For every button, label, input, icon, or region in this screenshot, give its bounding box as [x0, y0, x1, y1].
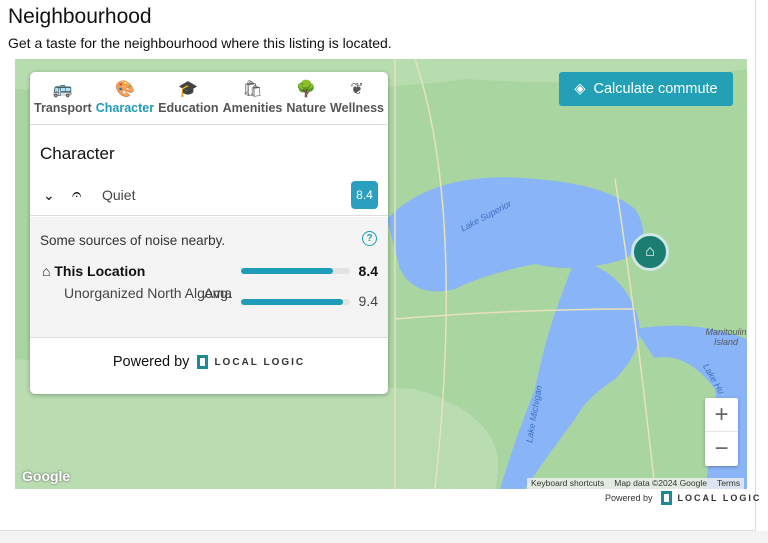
zoom-controls: + − [705, 398, 738, 466]
chevron-down-icon[interactable]: ⌄ [43, 187, 55, 204]
ear-icon: 𝄐 [72, 185, 82, 204]
brand-text: LOCAL LOGIC [214, 356, 306, 368]
help-icon[interactable]: ? [362, 231, 377, 246]
local-logic-logo: LOCAL LOGIC [197, 355, 306, 370]
brand-text: LOCAL LOGIC [677, 493, 762, 503]
this-location-bar [241, 268, 350, 274]
tab-label: Amenities [222, 101, 283, 115]
terms-link[interactable]: Terms [717, 478, 740, 489]
keyboard-shortcuts-link[interactable]: Keyboard shortcuts [531, 478, 604, 489]
calculate-commute-button[interactable]: ◈ Calculate commute [559, 72, 733, 106]
quiet-row[interactable]: ⌄ 𝄐 Quiet 8.4 [30, 176, 388, 216]
bar-fill [241, 268, 333, 274]
category-tabs: 🚌 Transport 🎨 Character 🎓 Education 🛍 Amenit… [30, 72, 388, 125]
commute-label: Calculate commute [593, 81, 718, 97]
bottom-band [0, 531, 768, 543]
tab-nature[interactable]: 🌳 Nature [284, 72, 328, 124]
quiet-details: Some sources of noise nearby. ? ⌂ This L… [30, 217, 388, 338]
local-logic-logo: LOCAL LOGIC [660, 491, 762, 505]
tree-icon: 🌳 [296, 81, 317, 98]
directions-icon: ◈ [574, 81, 586, 97]
car-bus-icon: 🚌 [52, 81, 73, 98]
home-marker[interactable]: ⌂ [631, 233, 669, 271]
shopping-bag-icon: 🛍 [242, 81, 263, 98]
lotus-icon: ❦ [350, 81, 364, 98]
map-attribution: Keyboard shortcuts Map data ©2024 Google… [527, 478, 745, 489]
powered-by: Powered by LOCAL LOGIC [30, 354, 388, 370]
tab-label: Wellness [330, 101, 385, 115]
google-logo: Google [22, 468, 71, 484]
this-location-value: 8.4 [358, 263, 378, 279]
average-suffix: Avg. [204, 285, 232, 301]
manitoulin-label: Manitoulin Island [705, 327, 747, 347]
tab-character[interactable]: 🎨 Character [94, 72, 156, 124]
tab-label: Character [95, 101, 155, 115]
average-bar [241, 299, 350, 305]
tab-label: Education [158, 101, 219, 115]
average-value: 9.4 [358, 293, 378, 309]
quiet-label: Quiet [102, 187, 136, 203]
home-icon: ⌂ [42, 263, 51, 279]
tab-label: Nature [286, 101, 326, 115]
tab-amenities[interactable]: 🛍 Amenities [221, 72, 285, 124]
graduation-cap-icon: 🎓 [178, 81, 199, 98]
page-title: Neighbourhood [8, 5, 152, 28]
neighbourhood-panel: 🚌 Transport 🎨 Character 🎓 Education 🛍 Amenit… [30, 72, 388, 394]
zoom-out-button[interactable]: − [705, 432, 738, 466]
quiet-description: Some sources of noise nearby. [40, 233, 226, 248]
powered-by-text: Powered by [605, 493, 653, 503]
powered-by-text: Powered by [112, 354, 190, 370]
map-data-text: Map data ©2024 Google [614, 478, 707, 488]
footer-powered-by: Powered by LOCAL LOGIC [605, 491, 761, 505]
score-badge: 8.4 [351, 181, 378, 209]
panel-title: Character [40, 144, 115, 163]
this-location-text: This Location [54, 263, 146, 279]
this-location-label: ⌂ This Location [42, 263, 145, 279]
bar-fill [241, 299, 344, 305]
page-subtitle: Get a taste for the neighbourhood where … [8, 35, 392, 51]
palette-icon: 🎨 [114, 81, 135, 98]
tab-wellness[interactable]: ❦ Wellness [328, 72, 386, 124]
average-label: Unorganized North Algoma Avg. [64, 283, 239, 304]
tab-label: Transport [34, 101, 92, 115]
zoom-in-button[interactable]: + [705, 398, 738, 432]
tab-transport[interactable]: 🚌 Transport [32, 72, 94, 124]
tab-education[interactable]: 🎓 Education [156, 72, 220, 124]
